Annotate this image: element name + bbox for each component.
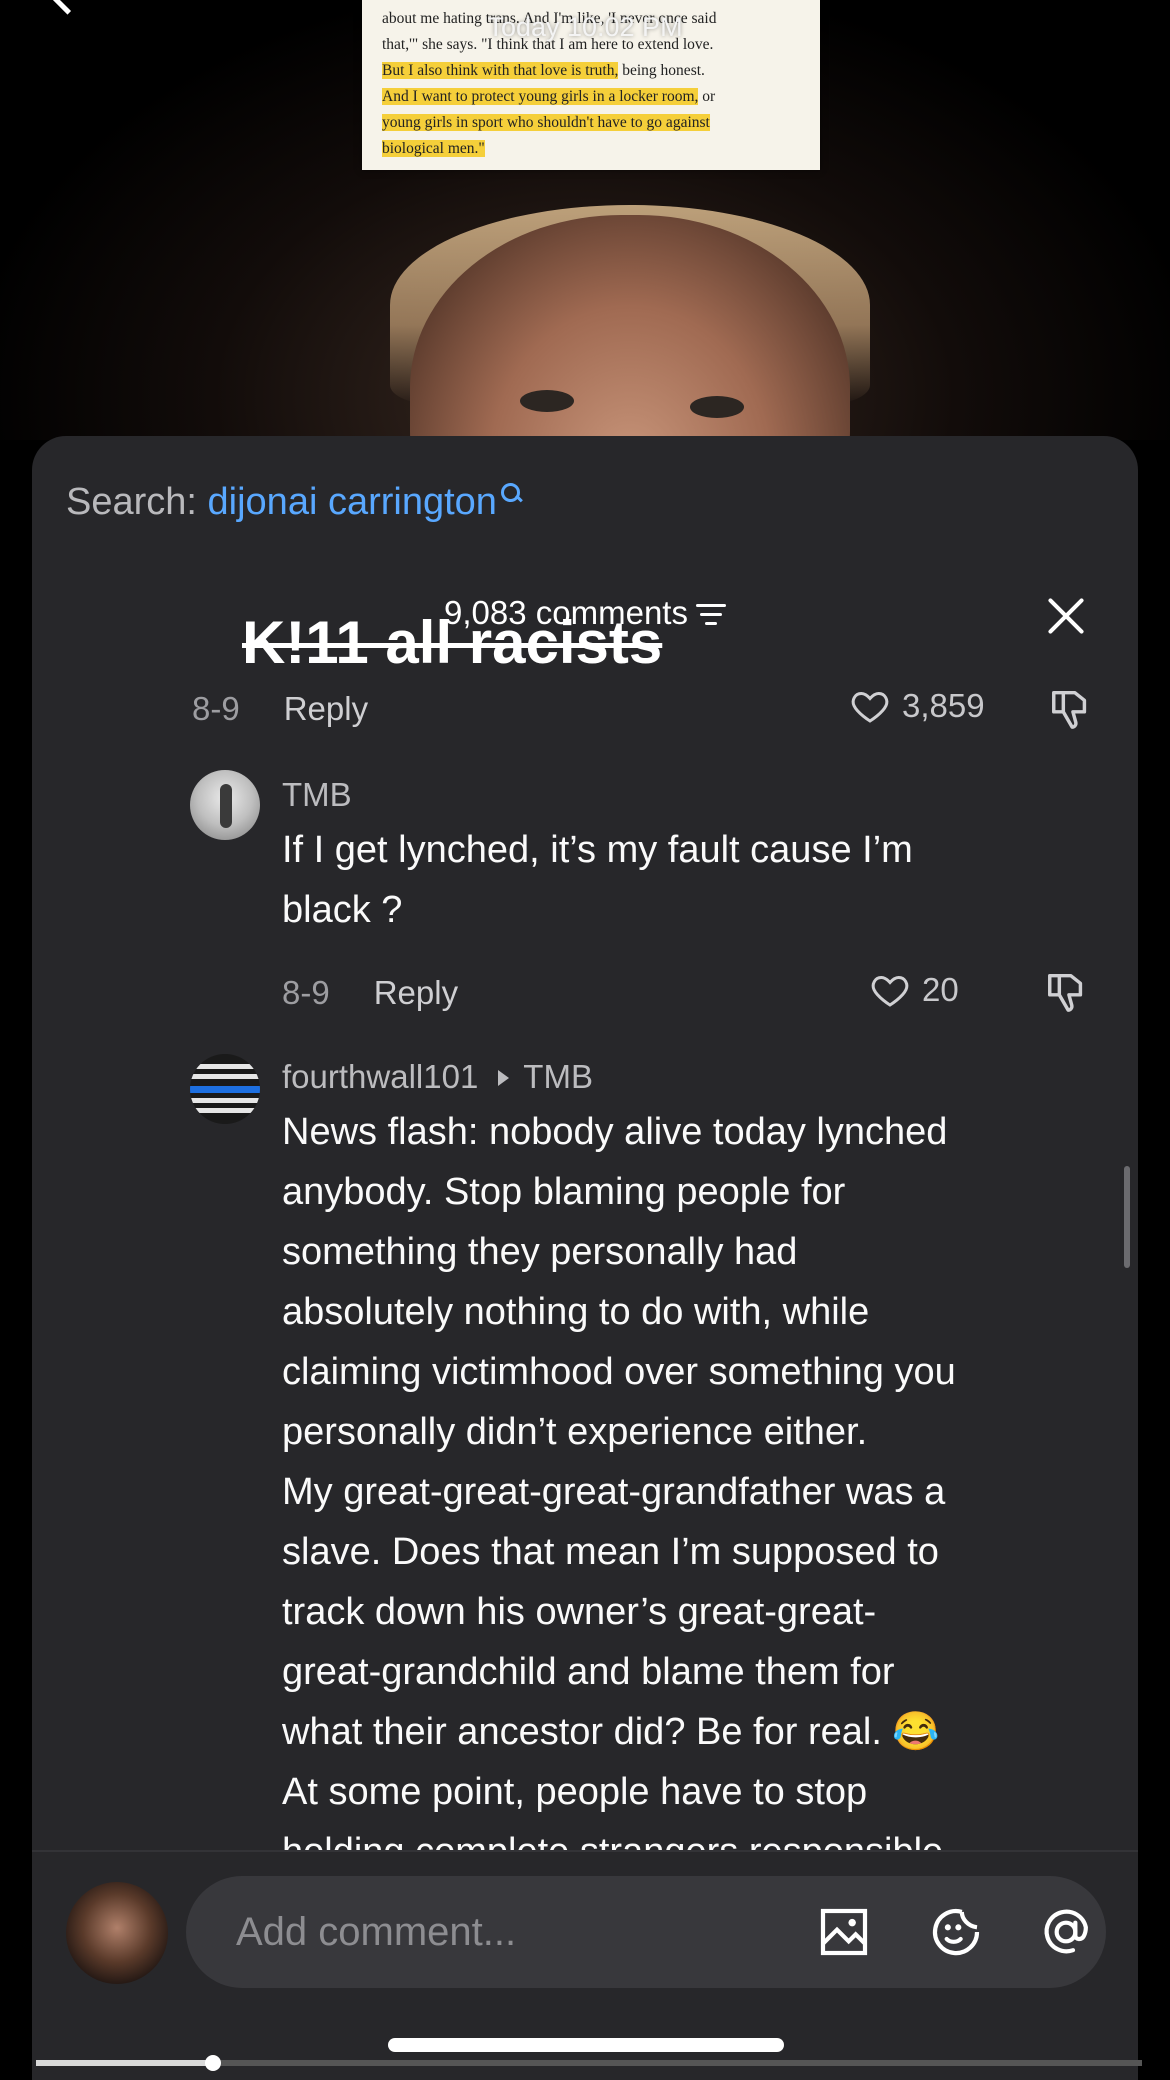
comment-line: If I get lynched, it’s my fault cause I’… bbox=[282, 829, 913, 871]
comment-meta: 8-9 Reply bbox=[192, 690, 368, 728]
comment-line: absolutely nothing to do with, while bbox=[282, 1291, 870, 1333]
dislike-icon[interactable] bbox=[1048, 685, 1094, 731]
comment-date: 8-9 bbox=[192, 690, 240, 727]
comment-line: At some point, people have to stop bbox=[282, 1771, 868, 1813]
comments-sheet: Search: dijonai carrington K!11 all raci… bbox=[32, 436, 1138, 2080]
like-count: 20 bbox=[922, 971, 959, 1008]
comment-count: 9,083 comments bbox=[444, 594, 688, 631]
comment-author[interactable]: fourthwall101 bbox=[282, 1058, 478, 1095]
reply-arrow-icon bbox=[498, 1070, 510, 1086]
comment-text: News flash: nobody alive today lynched a… bbox=[282, 1102, 956, 1882]
close-icon[interactable] bbox=[1044, 594, 1088, 638]
comment-date: 8-9 bbox=[282, 974, 330, 1011]
reply-to-user[interactable]: TMB bbox=[523, 1058, 593, 1095]
search-label: Search: bbox=[66, 481, 197, 523]
like-count: 3,859 bbox=[902, 687, 985, 724]
sort-icon[interactable] bbox=[695, 604, 726, 626]
comment-input[interactable] bbox=[234, 1904, 758, 1960]
search-query-link[interactable]: dijonai carrington bbox=[208, 481, 497, 523]
current-user-avatar bbox=[66, 1882, 168, 1984]
image-icon[interactable] bbox=[816, 1904, 872, 1960]
comment-line: slave. Does that mean I’m supposed to bbox=[282, 1531, 939, 1573]
comment-line: claiming victimhood over something you bbox=[282, 1351, 956, 1393]
reply-button[interactable]: Reply bbox=[284, 690, 368, 727]
comment-line: anybody. Stop blaming people for bbox=[282, 1171, 846, 1213]
emoji-icon[interactable] bbox=[928, 1904, 984, 1960]
doc-line: And I want to protect young girls in a l… bbox=[382, 88, 716, 105]
avatar[interactable] bbox=[190, 770, 260, 840]
comment-text: If I get lynched, it’s my fault cause I’… bbox=[282, 820, 913, 940]
video-person-eye bbox=[520, 390, 574, 412]
mention-icon[interactable] bbox=[1038, 1904, 1094, 1960]
comment-username: fourthwall101 TMB bbox=[282, 1058, 593, 1096]
doc-line: But I also think with that love is truth… bbox=[382, 62, 705, 79]
comment-line: what their ancestor did? Be for real. 😂 bbox=[282, 1711, 940, 1753]
comment-line: News flash: nobody alive today lynched bbox=[282, 1111, 948, 1153]
doc-line: young girls in sport who shouldn't have … bbox=[382, 114, 710, 131]
comment-line: My great-great-great-grandfather was a bbox=[282, 1471, 946, 1513]
comment-username[interactable]: TMB bbox=[282, 776, 352, 814]
comment-line: black ? bbox=[282, 889, 403, 931]
comments-header: 9,083 comments bbox=[32, 594, 1138, 632]
dislike-icon[interactable] bbox=[1044, 968, 1090, 1014]
like-button[interactable]: 3,859 bbox=[850, 686, 985, 726]
video-progress-handle[interactable] bbox=[204, 2055, 221, 2071]
search-suggestion[interactable]: Search: dijonai carrington bbox=[66, 481, 521, 524]
doc-line: biological men." bbox=[382, 140, 485, 157]
heart-icon bbox=[871, 975, 909, 1007]
heart-icon bbox=[851, 691, 889, 723]
comment-line: something they personally had bbox=[282, 1231, 798, 1273]
comment-meta: 8-9 Reply bbox=[282, 974, 458, 1012]
comment-input-bar bbox=[32, 1850, 1138, 2080]
avatar[interactable] bbox=[190, 1054, 260, 1124]
video-person-eye bbox=[690, 396, 744, 418]
video-progress-fill bbox=[36, 2060, 213, 2066]
reply-button[interactable]: Reply bbox=[374, 974, 458, 1011]
video-progress-bar[interactable] bbox=[36, 2055, 1142, 2071]
comment-line: great-grandchild and blame them for bbox=[282, 1651, 895, 1693]
comment-line: track down his owner’s great-great- bbox=[282, 1591, 877, 1633]
scrollbar-thumb[interactable] bbox=[1124, 1166, 1130, 1268]
home-indicator[interactable] bbox=[388, 2038, 784, 2052]
comment-line: personally didn’t experience either. bbox=[282, 1411, 868, 1453]
like-button[interactable]: 20 bbox=[870, 970, 959, 1010]
comment-input-container[interactable] bbox=[186, 1876, 1106, 1988]
search-icon bbox=[500, 483, 521, 503]
video-background: about me hating trans. And I'm like, 'I … bbox=[0, 0, 1170, 440]
video-timestamp: Today 10:02 PM bbox=[487, 12, 683, 42]
